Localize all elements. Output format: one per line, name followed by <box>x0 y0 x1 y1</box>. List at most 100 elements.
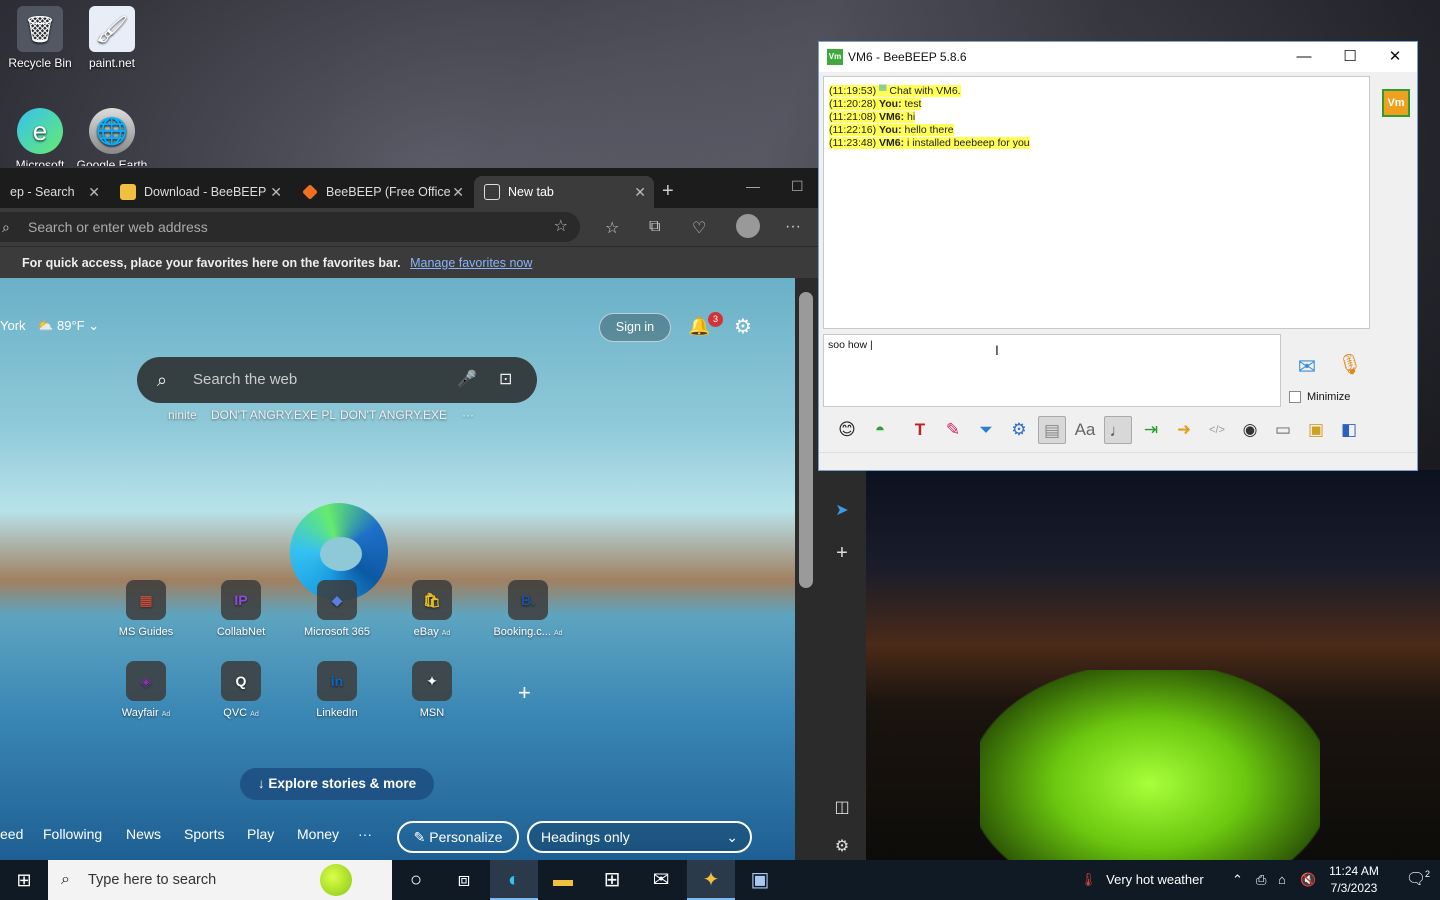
feed-more-icon[interactable]: ··· <box>358 826 372 842</box>
feed-tab[interactable]: eed <box>0 826 23 842</box>
close-tab-icon[interactable]: ✕ <box>88 184 100 201</box>
meet-now-icon[interactable]: ⎙ <box>1256 860 1266 900</box>
task-view-button[interactable]: ⧈ <box>440 860 488 900</box>
font-icon[interactable]: T <box>906 416 934 444</box>
minimize-icon[interactable]: — <box>746 178 760 194</box>
close-tab-icon[interactable]: ✕ <box>634 184 646 201</box>
layout-dropdown[interactable]: Headings only ⌄ <box>527 821 752 853</box>
smiley-icon[interactable]: 😊 <box>833 416 861 444</box>
notification-center[interactable]: 🗨 2 <box>1396 860 1436 900</box>
web-search-box[interactable]: ⌕ Search the web 🎤 ⊡ <box>137 357 537 403</box>
taskbar-edge[interactable]: ◐ <box>490 860 538 900</box>
maximize-icon[interactable]: ☐ <box>1327 42 1373 72</box>
network-icon[interactable]: ⌂ <box>1278 860 1286 900</box>
taskbar-store[interactable]: ⊞ <box>588 860 636 900</box>
new-tab-button[interactable]: + <box>662 180 674 203</box>
add-icon[interactable]: + <box>818 542 866 565</box>
profile-icon[interactable] <box>736 214 760 238</box>
gear-icon[interactable]: ⚙ <box>818 836 866 856</box>
favorites-icon[interactable]: ☆ <box>605 218 619 238</box>
clipboard-icon[interactable]: ▣ <box>1302 416 1330 444</box>
close-icon[interactable]: ✕ <box>1372 42 1418 72</box>
send-icon[interactable]: ➤ <box>818 500 866 520</box>
screenshot-icon[interactable]: ◉ <box>1236 416 1264 444</box>
desktop-icon-google-earth[interactable]: 🌐 Google Earth Pro <box>72 108 152 166</box>
suggestion-link[interactable]: ninite <box>168 408 197 422</box>
tab-download-beebeep[interactable]: Download - BeeBEEP ✕ <box>110 176 290 208</box>
filter-icon[interactable]: ⏷ <box>972 416 1000 444</box>
quick-link-tile[interactable]: B. Booking.c... Ad <box>488 580 568 638</box>
taskbar-search[interactable]: ⌕ Type here to search <box>48 860 392 900</box>
page-scrollbar[interactable] <box>795 278 818 860</box>
save-icon[interactable]: ▤ <box>1038 416 1066 444</box>
chat-log[interactable]: (11:19:53) ▀ Chat with VM6. (11:20:28) Y… <box>823 76 1370 329</box>
code-icon[interactable]: </> <box>1203 416 1231 444</box>
quick-link-tile[interactable]: in LinkedIn <box>297 661 377 719</box>
quick-link-tile[interactable]: IP CollabNet <box>201 580 281 638</box>
quick-link-tile[interactable]: ▦ MS Guides <box>106 580 186 638</box>
desktop-icon-paintnet[interactable]: 🖌 paint.net <box>72 6 152 70</box>
message-input[interactable]: soo how | <box>823 334 1281 407</box>
history-icon[interactable]: ◧ <box>1335 416 1363 444</box>
scrollbar-thumb[interactable] <box>799 292 813 588</box>
close-tab-icon[interactable]: ✕ <box>270 184 282 201</box>
sidebar-toggle-icon[interactable]: ◫ <box>818 797 866 817</box>
taskbar-beebeep[interactable]: ✦ <box>687 860 735 900</box>
sign-in-button[interactable]: Sign in <box>599 313 671 342</box>
tab-new-tab[interactable]: New tab ✕ <box>474 176 654 208</box>
quick-link-tile[interactable]: ◈ Wayfair Ad <box>106 661 186 719</box>
start-button[interactable]: ⊞ <box>0 860 48 900</box>
more-suggestions-icon[interactable]: ··· <box>462 408 474 422</box>
user-avatar[interactable]: Vm <box>1382 89 1410 117</box>
add-shortcut-button[interactable]: + <box>518 680 531 706</box>
address-bar[interactable]: ⌕ Search or enter web address ☆ <box>0 212 580 242</box>
feed-tab-following[interactable]: Following <box>43 826 102 842</box>
send-folder-icon[interactable]: ➜ <box>1170 416 1198 444</box>
maximize-icon[interactable]: ☐ <box>791 178 804 195</box>
more-icon[interactable]: ··· <box>785 218 801 236</box>
minimize-checkbox[interactable]: Minimize <box>1289 391 1350 403</box>
manage-favorites-link[interactable]: Manage favorites now <box>410 256 532 270</box>
quick-link-tile[interactable]: Q QVC Ad <box>201 661 281 719</box>
gear-icon[interactable]: ⚙ <box>734 314 752 339</box>
volume-muted-icon[interactable]: 🔇 <box>1300 860 1316 900</box>
browser-essentials-icon[interactable]: ♡ <box>692 218 706 238</box>
checkbox-box[interactable] <box>1289 391 1301 403</box>
quick-link-tile[interactable]: ✦ MSN <box>392 661 472 719</box>
desktop-icon-recycle-bin[interactable]: 🗑 Recycle Bin <box>0 6 80 70</box>
explore-stories-button[interactable]: ↓ Explore stories & more <box>240 768 434 800</box>
personalize-button[interactable]: ✎ Personalize <box>397 821 519 853</box>
send-file-icon[interactable]: ⇥ <box>1137 416 1165 444</box>
color-icon[interactable]: ✎ <box>939 416 967 444</box>
taskbar-mail[interactable]: ✉ <box>637 860 685 900</box>
taskbar-file-explorer[interactable]: ▬ <box>539 860 587 900</box>
clock[interactable]: 11:24 AM 7/3/2023 <box>1318 863 1390 897</box>
weather-tray[interactable]: 🌡 Very hot weather <box>1080 860 1204 900</box>
microphone-icon[interactable]: 🎤 <box>457 357 477 403</box>
quick-link-tile[interactable]: 🛍 eBay Ad <box>392 580 472 638</box>
star-icon[interactable]: ☆ <box>554 212 568 242</box>
send-message-button[interactable]: ✉ <box>1289 354 1325 382</box>
font-size-icon[interactable]: Aa <box>1071 416 1099 444</box>
visual-search-icon[interactable]: ⊡ <box>499 357 512 403</box>
weather-widget[interactable]: York ⛅ 89°F ⌄ <box>0 318 99 334</box>
quick-link-tile[interactable]: ◆ Microsoft 365 <box>297 580 377 638</box>
feed-tab-sports[interactable]: Sports <box>184 826 224 842</box>
chat-icon[interactable]: ◓ <box>866 416 894 444</box>
tab-search[interactable]: ep - Search ✕ <box>0 176 108 208</box>
feed-tab-money[interactable]: Money <box>297 826 339 842</box>
cortana-button[interactable]: ○ <box>392 860 440 900</box>
taskbar-remote-desktop[interactable]: ▣ <box>736 860 784 900</box>
settings-icon[interactable]: ⚙ <box>1005 416 1033 444</box>
suggestion-link[interactable]: DON'T ANGRY.EXE PL <box>211 408 336 422</box>
window-icon[interactable]: ▭ <box>1269 416 1297 444</box>
voice-message-button[interactable]: 🎙 <box>1337 352 1363 382</box>
feed-tab-play[interactable]: Play <box>247 826 274 842</box>
minimize-icon[interactable]: — <box>1281 42 1327 72</box>
chevron-up-icon[interactable]: ⌃ <box>1232 860 1243 900</box>
suggestion-link[interactable]: DON'T ANGRY.EXE <box>340 408 447 422</box>
tab-beebeep-free-office[interactable]: BeeBEEP (Free Office ✕ <box>292 176 472 208</box>
collections-icon[interactable]: ⧉ <box>649 218 660 236</box>
desktop-icon-edge[interactable]: e Microsoft Edge <box>0 108 80 166</box>
close-tab-icon[interactable]: ✕ <box>452 184 464 201</box>
